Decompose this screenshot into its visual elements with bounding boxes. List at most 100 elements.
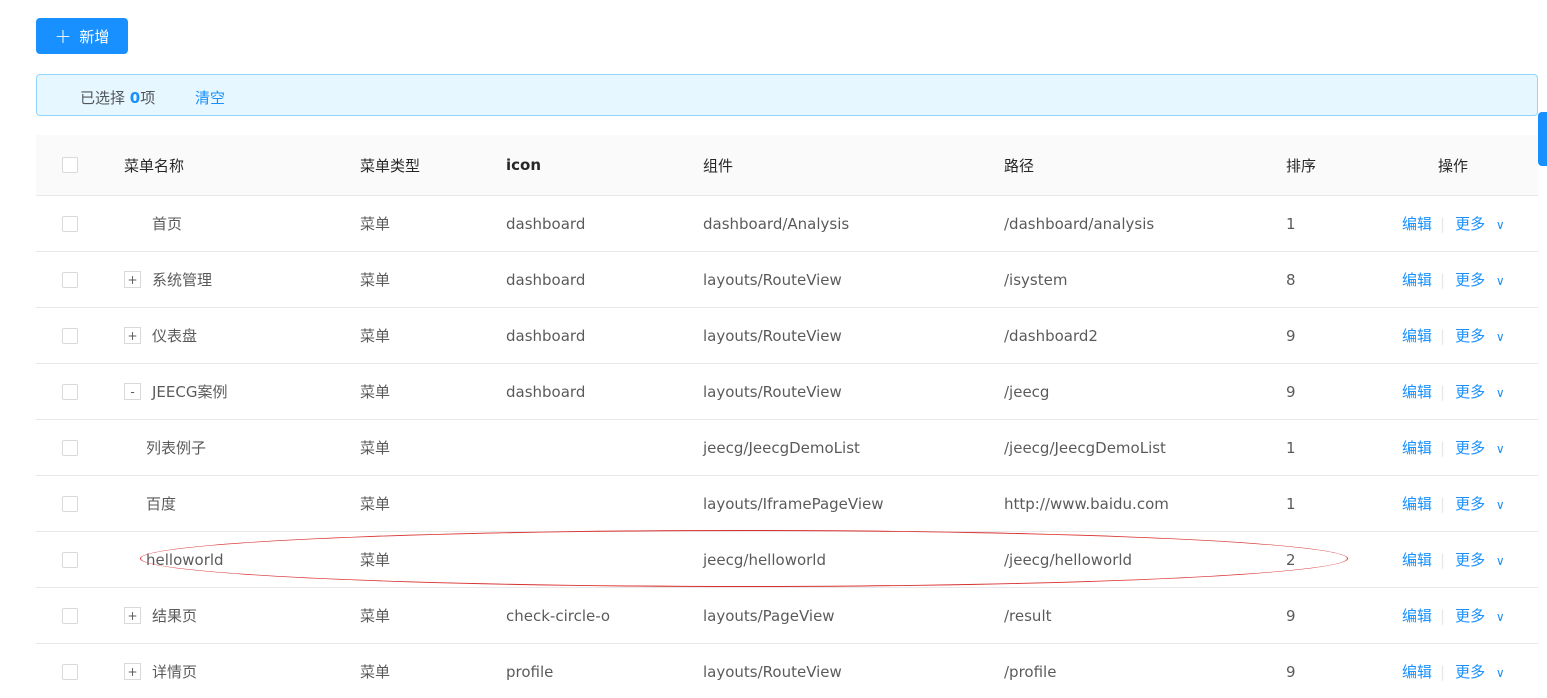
menu-component: jeecg/JeecgDemoList — [703, 438, 860, 457]
selection-summary: 已选择 0项 — [80, 87, 155, 108]
chevron-down-icon: ∨ — [1495, 330, 1505, 344]
edit-link[interactable]: 编辑 — [1402, 549, 1432, 570]
menu-type: 菜单 — [360, 271, 391, 289]
menu-sort: 8 — [1286, 270, 1296, 289]
clear-selection-link[interactable]: 清空 — [195, 87, 225, 108]
menu-name: 列表例子 — [146, 439, 207, 457]
edit-link[interactable]: 编辑 — [1402, 325, 1432, 346]
menu-name: helloworld — [146, 550, 224, 569]
row-checkbox[interactable] — [62, 383, 78, 400]
menu-path: /jeecg/helloworld — [1004, 550, 1133, 569]
row-checkbox[interactable] — [62, 215, 78, 232]
menu-icon-name: dashboard — [506, 326, 586, 345]
add-button[interactable]: + 新增 — [36, 18, 128, 54]
menu-name: 系统管理 — [152, 271, 213, 289]
row-checkbox[interactable] — [62, 663, 78, 680]
menu-sort: 9 — [1286, 326, 1296, 345]
menu-name-cell: + 详情页 — [124, 644, 197, 698]
header-component: 组件 — [703, 156, 734, 175]
scrollbar-thumb[interactable] — [1538, 112, 1547, 166]
row-checkbox[interactable] — [62, 551, 78, 568]
row-checkbox-cell — [62, 532, 78, 587]
collapse-row-icon[interactable]: - — [124, 383, 141, 400]
edit-link[interactable]: 编辑 — [1402, 661, 1432, 682]
more-dropdown[interactable]: 更多 ∨ — [1455, 549, 1505, 570]
plus-icon: + — [54, 24, 72, 48]
more-label: 更多 — [1455, 495, 1486, 513]
menu-icon-name: check-circle-o — [506, 606, 611, 625]
header-checkbox-cell — [62, 135, 78, 195]
menu-path: /jeecg/JeecgDemoList — [1004, 438, 1166, 457]
menu-path: /jeecg — [1004, 382, 1050, 401]
row-checkbox-cell — [62, 196, 78, 251]
row-checkbox-cell — [62, 420, 78, 475]
edit-link[interactable]: 编辑 — [1402, 605, 1432, 626]
expand-row-icon[interactable]: + — [124, 663, 141, 680]
more-dropdown[interactable]: 更多 ∨ — [1455, 213, 1505, 234]
menu-name-cell: + 仪表盘 — [124, 308, 197, 363]
edit-link[interactable]: 编辑 — [1402, 213, 1432, 234]
menu-name: 首页 — [152, 215, 183, 233]
table-row: + 仪表盘 菜单 dashboard layouts/RouteView /das… — [36, 308, 1538, 364]
more-label: 更多 — [1455, 551, 1486, 569]
edit-link[interactable]: 编辑 — [1402, 381, 1432, 402]
row-actions: 编辑 | 更多 ∨ — [1402, 308, 1505, 363]
row-checkbox[interactable] — [62, 439, 78, 456]
header-icon: icon — [506, 156, 542, 174]
row-checkbox-cell — [62, 364, 78, 419]
menu-name-cell: helloworld — [124, 532, 224, 587]
action-divider: | — [1440, 214, 1446, 233]
chevron-down-icon: ∨ — [1495, 386, 1505, 400]
menu-name-cell: 首页 — [124, 196, 182, 251]
row-checkbox-cell — [62, 476, 78, 531]
chevron-down-icon: ∨ — [1495, 666, 1505, 680]
more-dropdown[interactable]: 更多 ∨ — [1455, 437, 1505, 458]
row-actions: 编辑 | 更多 ∨ — [1402, 476, 1505, 531]
expand-row-icon[interactable]: + — [124, 327, 141, 344]
more-dropdown[interactable]: 更多 ∨ — [1455, 269, 1505, 290]
table-row: 列表例子 菜单 jeecg/JeecgDemoList /jeecg/Jeecg… — [36, 420, 1538, 476]
menu-type: 菜单 — [360, 607, 391, 625]
action-divider: | — [1440, 606, 1446, 625]
menu-type: 菜单 — [360, 439, 391, 457]
row-checkbox[interactable] — [62, 607, 78, 624]
selection-suffix: 项 — [140, 89, 156, 107]
edit-link[interactable]: 编辑 — [1402, 269, 1432, 290]
menu-type: 菜单 — [360, 495, 391, 513]
table-row: - JEECG案例 菜单 dashboard layouts/RouteView … — [36, 364, 1538, 420]
header-type: 菜单类型 — [360, 156, 421, 175]
select-all-checkbox[interactable] — [62, 157, 78, 173]
menu-name-cell: 列表例子 — [124, 420, 206, 475]
table-row: 首页 菜单 dashboard dashboard/Analysis /dash… — [36, 196, 1538, 252]
add-button-label: 新增 — [79, 27, 110, 46]
row-checkbox[interactable] — [62, 495, 78, 512]
row-checkbox[interactable] — [62, 271, 78, 288]
chevron-down-icon: ∨ — [1495, 442, 1505, 456]
menu-sort: 9 — [1286, 382, 1296, 401]
menu-sort: 9 — [1286, 606, 1296, 625]
menu-name: 仪表盘 — [152, 327, 198, 345]
menu-name: 详情页 — [152, 663, 198, 681]
more-dropdown[interactable]: 更多 ∨ — [1455, 381, 1505, 402]
row-checkbox[interactable] — [62, 327, 78, 344]
expand-row-icon[interactable]: + — [124, 271, 141, 288]
more-dropdown[interactable]: 更多 ∨ — [1455, 605, 1505, 626]
edit-link[interactable]: 编辑 — [1402, 437, 1432, 458]
more-dropdown[interactable]: 更多 ∨ — [1455, 325, 1505, 346]
header-actions: 操作 — [1438, 156, 1469, 175]
more-dropdown[interactable]: 更多 ∨ — [1455, 493, 1505, 514]
action-divider: | — [1440, 438, 1446, 457]
header-sort: 排序 — [1286, 156, 1317, 175]
row-actions: 编辑 | 更多 ∨ — [1402, 588, 1505, 643]
more-dropdown[interactable]: 更多 ∨ — [1455, 661, 1505, 682]
menu-icon-name: profile — [506, 662, 554, 681]
header-name: 菜单名称 — [124, 156, 185, 175]
expand-row-icon[interactable]: + — [124, 607, 141, 624]
selection-prefix: 已选择 — [80, 89, 130, 107]
edit-link[interactable]: 编辑 — [1402, 493, 1432, 514]
menu-name-cell: + 系统管理 — [124, 252, 212, 307]
menu-type: 菜单 — [360, 215, 391, 233]
menu-name: JEECG案例 — [152, 383, 228, 401]
menu-sort: 1 — [1286, 494, 1296, 513]
menu-icon-name: dashboard — [506, 382, 586, 401]
